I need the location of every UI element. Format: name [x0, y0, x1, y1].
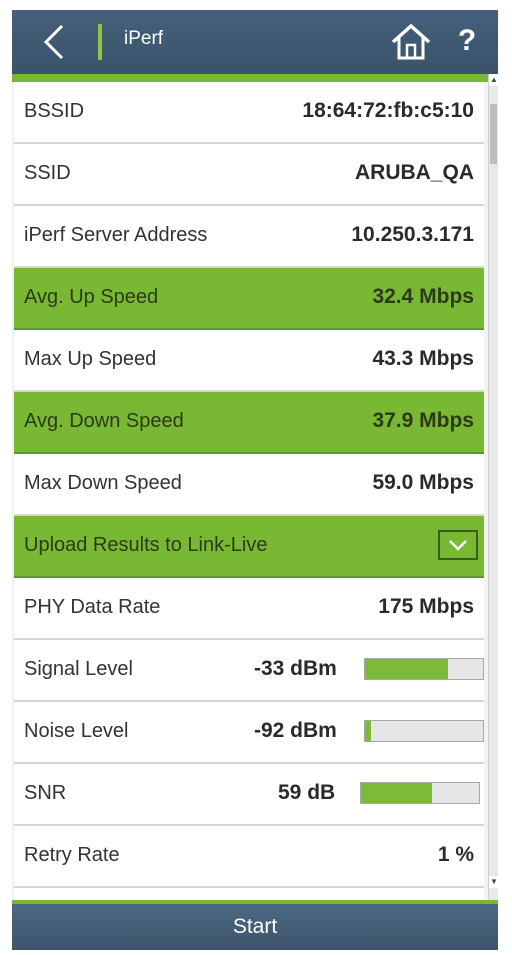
row-label: Avg. Down Speed — [24, 410, 184, 432]
back-button[interactable] — [36, 20, 76, 64]
row-label: SSID — [24, 162, 71, 184]
snr-meter — [360, 782, 480, 804]
row-avg-up-speed: Avg. Up Speed 32.4 Mbps — [14, 268, 484, 330]
app-window: iPerf ? BSSID 18:64:72:fb:c5:10 SSID ARU… — [12, 10, 498, 950]
chevron-left-icon — [43, 24, 64, 60]
scroll-down-arrow[interactable]: ▼ — [489, 876, 498, 888]
help-button[interactable]: ? — [452, 18, 482, 64]
signal-level-meter — [364, 658, 484, 680]
meter-fill — [361, 783, 432, 803]
row-snr: SNR 59 dB — [14, 764, 484, 826]
row-label: SNR — [24, 782, 67, 804]
meter-fill — [365, 659, 448, 679]
vertical-scrollbar[interactable]: ▲ ▼ — [488, 74, 498, 900]
chevron-down-icon — [449, 540, 467, 551]
row-bssid: BSSID 18:64:72:fb:c5:10 — [14, 82, 484, 144]
home-icon — [391, 23, 431, 60]
row-label: BSSID — [24, 100, 85, 122]
meter-value: -92 dBm — [254, 719, 337, 742]
scroll-up-arrow[interactable]: ▲ — [489, 74, 498, 86]
row-value: 32.4 Mbps — [372, 285, 474, 308]
row-value: 18:64:72:fb:c5:10 — [302, 99, 474, 122]
meter-fill — [365, 721, 371, 741]
row-label: Signal Level — [24, 658, 133, 680]
row-noise-level: Noise Level -92 dBm — [14, 702, 484, 764]
row-label: Retry Rate — [24, 844, 120, 866]
upload-results-label: Upload Results to Link-Live — [24, 534, 268, 556]
row-server-address: iPerf Server Address 10.250.3.171 — [14, 206, 484, 268]
footer-bar: Start — [12, 900, 498, 950]
row-label: iPerf Server Address — [24, 224, 208, 246]
row-max-down-speed: Max Down Speed 59.0 Mbps — [14, 454, 484, 516]
results-list[interactable]: BSSID 18:64:72:fb:c5:10 SSID ARUBA_QA iP… — [14, 82, 484, 900]
row-value: 37.9 Mbps — [372, 409, 474, 432]
row-label: Max Up Speed — [24, 348, 157, 370]
row-label: PHY Data Rate — [24, 596, 161, 618]
row-value: ARUBA_QA — [354, 161, 474, 184]
meter-value: -33 dBm — [254, 657, 337, 680]
meter-value: 59 dB — [278, 781, 336, 804]
row-value: 1 % — [437, 843, 474, 866]
home-button[interactable] — [390, 22, 432, 62]
row-signal-level: Signal Level -33 dBm — [14, 640, 484, 702]
row-value: 43.3 Mbps — [372, 347, 474, 370]
page-title: iPerf — [124, 28, 164, 49]
header-accent-strip — [12, 74, 498, 82]
row-value: 59.0 Mbps — [372, 471, 474, 494]
title-bar: iPerf ? — [12, 10, 498, 74]
row-max-up-speed: Max Up Speed 43.3 Mbps — [14, 330, 484, 392]
row-value: 10.250.3.171 — [351, 223, 474, 246]
row-label: Max Down Speed — [24, 472, 182, 494]
row-avg-down-speed: Avg. Down Speed 37.9 Mbps — [14, 392, 484, 454]
row-retry-rate: Retry Rate 1 % — [14, 826, 484, 888]
row-label: Noise Level — [24, 720, 129, 742]
scroll-thumb[interactable] — [490, 104, 497, 164]
row-label: Avg. Up Speed — [24, 286, 159, 308]
row-ssid: SSID ARUBA_QA — [14, 144, 484, 206]
upload-dropdown-button[interactable] — [438, 530, 478, 560]
title-divider — [98, 24, 102, 60]
row-phy-data-rate: PHY Data Rate 175 Mbps — [14, 578, 484, 640]
start-button[interactable]: Start — [12, 904, 498, 950]
row-value: 175 Mbps — [378, 595, 474, 618]
noise-level-meter — [364, 720, 484, 742]
upload-results-row[interactable]: Upload Results to Link-Live — [14, 516, 484, 578]
